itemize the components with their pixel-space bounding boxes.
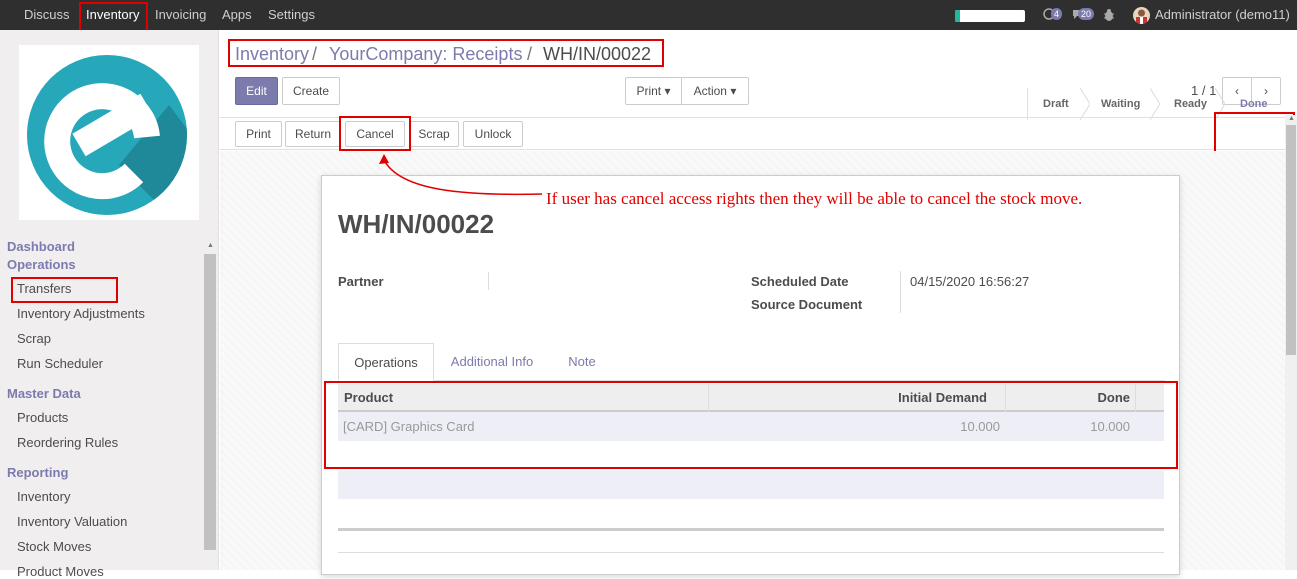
menu-inventory[interactable]: Inventory bbox=[86, 0, 139, 30]
tab-additional-info[interactable]: Additional Info bbox=[442, 343, 542, 381]
tab-note[interactable]: Note bbox=[552, 343, 612, 381]
scheduled-date-value: 04/15/2020 16:56:27 bbox=[910, 274, 1030, 289]
source-document-label: Source Document bbox=[751, 297, 863, 312]
sidebar-item-products[interactable]: Products bbox=[17, 410, 68, 425]
edit-button[interactable]: Edit bbox=[235, 77, 278, 105]
chat-count-badge: 4 bbox=[1051, 8, 1063, 20]
sidebar-item-product-moves[interactable]: Product Moves bbox=[17, 564, 104, 579]
debug-bug-icon[interactable] bbox=[1103, 8, 1115, 25]
stage-statusbar: Draft Waiting Ready Done bbox=[1027, 88, 1297, 120]
stage-separator bbox=[1215, 88, 1225, 120]
print-dropdown[interactable]: Print ▾ bbox=[625, 77, 682, 105]
column-product[interactable]: Product bbox=[344, 384, 393, 412]
sidebar-dashboard[interactable]: Dashboard bbox=[7, 239, 75, 254]
annotation-text: If user has cancel access rights then th… bbox=[546, 189, 1083, 208]
create-button[interactable]: Create bbox=[282, 77, 340, 105]
sidebar-item-inventory-valuation[interactable]: Inventory Valuation bbox=[17, 514, 127, 529]
main-scrollbar[interactable]: ▲ bbox=[1285, 115, 1297, 570]
menu-apps[interactable]: Apps bbox=[222, 0, 252, 30]
notebook-tabs: Operations Additional Info Note bbox=[338, 343, 1165, 381]
breadcrumb-receipts[interactable]: YourCompany: Receipts bbox=[329, 44, 522, 65]
table-footer-line bbox=[338, 552, 1164, 553]
cancel-button[interactable]: Cancel bbox=[345, 121, 405, 147]
partner-field-divider bbox=[488, 272, 489, 290]
record-title: WH/IN/00022 bbox=[338, 209, 495, 239]
sidebar-reporting-heading: Reporting bbox=[7, 465, 69, 480]
cell-initial-demand: 10.000 bbox=[960, 419, 1000, 434]
menu-invoicing[interactable]: Invoicing bbox=[155, 0, 206, 30]
action-dropdown[interactable]: Action ▾ bbox=[681, 77, 749, 105]
scheduled-date-label: Scheduled Date bbox=[751, 274, 849, 289]
sidebar-item-run-scheduler[interactable]: Run Scheduler bbox=[17, 356, 103, 371]
user-avatar[interactable] bbox=[1133, 7, 1150, 24]
stage-waiting[interactable]: Waiting bbox=[1101, 88, 1140, 120]
print-button[interactable]: Print bbox=[235, 121, 282, 147]
sidebar-operations-heading: Operations bbox=[7, 257, 76, 272]
form-view-background: WH/IN/00022 Partner Scheduled Date Sourc… bbox=[220, 151, 1285, 575]
menu-settings[interactable]: Settings bbox=[268, 0, 315, 30]
company-logo bbox=[19, 45, 199, 220]
activity-icon[interactable]: 20 bbox=[1072, 8, 1095, 21]
cell-product: [CARD] Graphics Card bbox=[343, 419, 475, 434]
sidebar-item-stock-moves[interactable]: Stock Moves bbox=[17, 539, 91, 554]
empty-row-band bbox=[338, 471, 1164, 499]
top-navbar: Discuss Inventory Invoicing Apps Setting… bbox=[0, 0, 1297, 30]
cell-done: 10.000 bbox=[1090, 419, 1130, 434]
sidebar-item-reordering-rules[interactable]: Reordering Rules bbox=[17, 435, 118, 450]
caret-down-icon: ▾ bbox=[730, 84, 737, 98]
stage-ready[interactable]: Ready bbox=[1174, 88, 1207, 120]
stage-draft[interactable]: Draft bbox=[1043, 88, 1069, 120]
table-header: Product Initial Demand Done bbox=[338, 384, 1164, 412]
sidebar-item-scrap[interactable]: Scrap bbox=[17, 331, 51, 346]
scroll-up-icon[interactable]: ▲ bbox=[207, 242, 214, 249]
breadcrumb-separator: / bbox=[312, 44, 318, 64]
user-menu[interactable]: Administrator (demo11) bbox=[1155, 0, 1290, 30]
sidebar-item-inventory-report[interactable]: Inventory bbox=[17, 489, 70, 504]
activity-count-badge: 20 bbox=[1078, 8, 1095, 20]
caret-down-icon: ▾ bbox=[664, 84, 671, 98]
column-done[interactable]: Done bbox=[1006, 384, 1131, 412]
scroll-up-icon[interactable]: ▲ bbox=[1288, 115, 1295, 122]
sidebar: Dashboard Operations Transfers Inventory… bbox=[0, 30, 219, 579]
unlock-button[interactable]: Unlock bbox=[463, 121, 523, 147]
progress-bar bbox=[955, 10, 1025, 22]
sidebar-master-data-heading: Master Data bbox=[7, 386, 81, 401]
sidebar-item-transfers[interactable]: Transfers bbox=[17, 281, 71, 296]
annotation-arrow bbox=[379, 154, 543, 196]
stage-separator bbox=[1150, 88, 1160, 120]
column-initial-demand[interactable]: Initial Demand bbox=[709, 384, 987, 412]
sidebar-item-inventory-adjustments[interactable]: Inventory Adjustments bbox=[17, 306, 145, 321]
partner-label: Partner bbox=[338, 274, 384, 289]
form-sheet: WH/IN/00022 Partner Scheduled Date Sourc… bbox=[321, 175, 1180, 575]
sidebar-scrollbar[interactable]: ▲ bbox=[204, 240, 216, 570]
menu-discuss[interactable]: Discuss bbox=[24, 0, 70, 30]
return-button[interactable]: Return bbox=[285, 121, 341, 147]
chat-icon[interactable]: 4 bbox=[1043, 8, 1063, 21]
breadcrumb-current: WH/IN/00022 bbox=[543, 44, 652, 64]
table-footer-line bbox=[338, 528, 1164, 531]
stage-separator bbox=[1080, 88, 1090, 120]
breadcrumb-inventory[interactable]: Inventory bbox=[235, 44, 309, 65]
stage-done-active[interactable]: Done bbox=[1240, 88, 1268, 120]
table-row[interactable]: [CARD] Graphics Card 10.000 10.000 bbox=[338, 412, 1164, 441]
date-field-divider bbox=[900, 271, 901, 313]
tab-operations[interactable]: Operations bbox=[338, 343, 434, 381]
breadcrumb-separator: / bbox=[527, 44, 533, 64]
scrap-button[interactable]: Scrap bbox=[409, 121, 459, 147]
